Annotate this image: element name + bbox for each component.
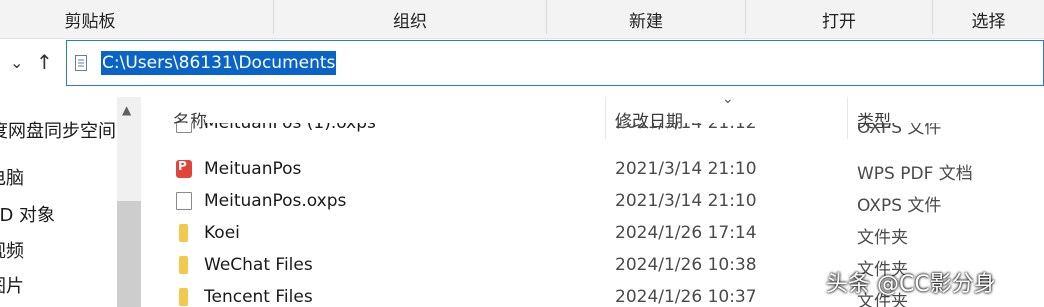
nav-item-this-pc[interactable]: 电脑 <box>0 164 24 190</box>
file-name: MeituanPos.oxps <box>204 191 347 211</box>
ribbon-group-new[interactable]: 新建 <box>547 0 745 38</box>
file-name: Tencent Files <box>204 287 313 307</box>
sort-chevron-icon[interactable]: ⌄ <box>722 97 734 107</box>
folder-icon <box>179 256 188 274</box>
file-name: MeituanPos (1).oxps <box>204 123 376 133</box>
nav-item-videos[interactable]: 视频 <box>0 237 24 263</box>
document-icon <box>176 123 192 133</box>
nav-item-3d-objects[interactable]: 3D 对象 <box>0 201 55 227</box>
table-row[interactable]: P MeituanPos 2021/3/14 21:10 WPS PDF 文档 <box>142 153 1044 185</box>
nav-scrollbar[interactable]: ▲ <box>117 97 141 307</box>
navigation-pane: 度网盘同步空间 电脑 3D 对象 视频 图片 <box>0 97 118 307</box>
nav-item-baidu-sync[interactable]: 度网盘同步空间 <box>0 117 116 143</box>
file-date: 2021/3/14 21:10 <box>615 191 757 211</box>
file-type: 文件夹 <box>857 228 908 248</box>
ribbon-group-open[interactable]: 打开 <box>746 0 932 38</box>
ribbon-group-select[interactable]: 选择 <box>933 0 1044 38</box>
scroll-thumb[interactable] <box>117 201 141 307</box>
address-path[interactable]: C:\Users\86131\Documents <box>101 51 337 75</box>
scroll-up-arrow-icon[interactable]: ▲ <box>122 103 131 117</box>
file-date: 2021/3/14 21:10 <box>615 159 757 179</box>
recent-locations-chevron-icon[interactable]: ⌄ <box>10 53 23 72</box>
document-icon <box>176 192 192 210</box>
table-row[interactable]: MeituanPos.oxps 2021/3/14 21:10 OXPS 文件 <box>142 185 1044 217</box>
folder-icon <box>179 224 188 242</box>
document-folder-icon <box>75 55 87 71</box>
watermark: 头条 @CC影分身 <box>826 272 996 297</box>
ribbon-group-organize[interactable]: 组织 <box>274 0 546 38</box>
file-date: 2024/1/26 17:14 <box>615 223 757 243</box>
pdf-icon: P <box>176 159 192 178</box>
file-date: 2021/3/14 21:12 <box>615 123 757 133</box>
table-row[interactable]: Koei 2024/1/26 17:14 文件夹 <box>142 217 1044 249</box>
file-name: WeChat Files <box>204 255 313 275</box>
file-type: OXPS 文件 <box>857 196 942 216</box>
ribbon: 剪贴板 组织 新建 打开 选择 <box>0 0 1044 39</box>
file-name: MeituanPos <box>204 159 302 179</box>
ribbon-group-clipboard[interactable]: 剪贴板 <box>0 0 180 38</box>
nav-item-pictures[interactable]: 图片 <box>0 272 24 298</box>
folder-icon <box>179 288 188 306</box>
file-type: OXPS 文件 <box>857 123 942 138</box>
file-date: 2024/1/26 10:38 <box>615 255 757 275</box>
address-bar[interactable]: C:\Users\86131\Documents <box>66 40 1044 86</box>
file-type: WPS PDF 文档 <box>857 164 973 184</box>
file-name: Koei <box>204 223 240 243</box>
file-date: 2024/1/26 10:37 <box>615 287 757 307</box>
up-arrow-icon[interactable]: ↑ <box>36 50 53 74</box>
table-row[interactable]: MeituanPos (1).oxps 2021/3/14 21:12 OXPS… <box>142 123 1044 145</box>
